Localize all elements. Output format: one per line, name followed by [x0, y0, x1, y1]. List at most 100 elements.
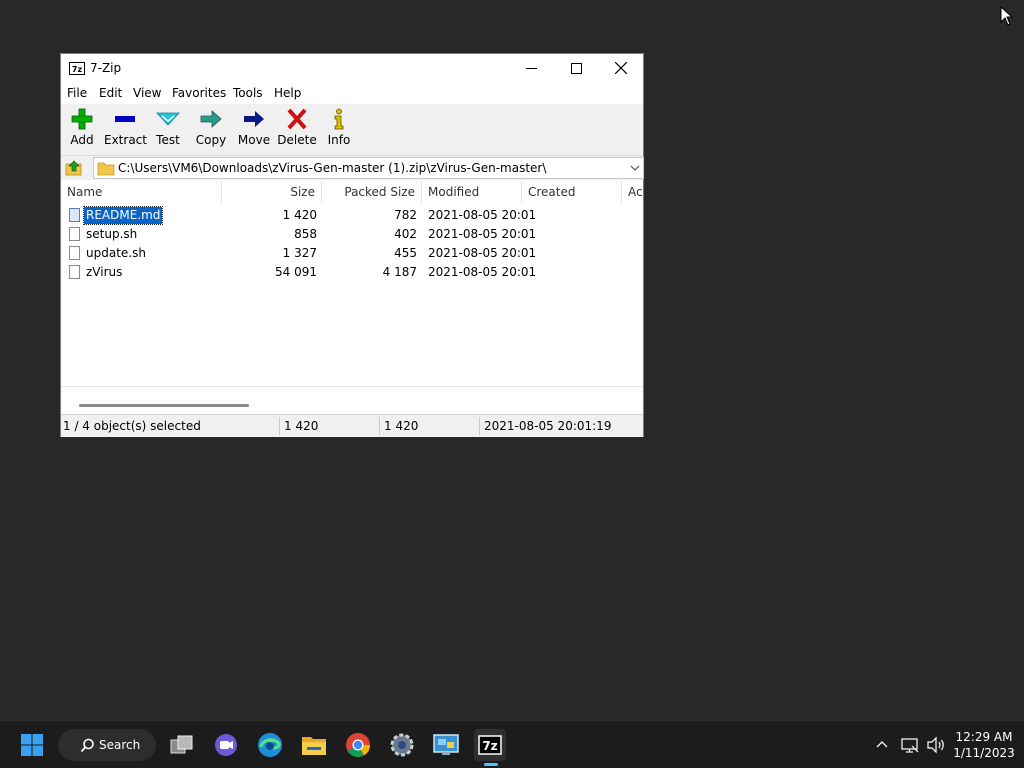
teams-chat-icon [215, 734, 237, 756]
title-bar[interactable]: 7z 7-Zip [61, 54, 643, 82]
chrome-icon [346, 733, 370, 758]
close-icon [615, 62, 627, 74]
teams-chat-button[interactable] [210, 729, 242, 761]
file-icon [69, 208, 80, 222]
file-packed-size: 402 [394, 227, 417, 241]
file-packed-size: 4 187 [382, 265, 417, 279]
file-packed-size: 455 [394, 246, 417, 260]
copy-button[interactable]: Copy [190, 108, 232, 152]
volume-icon[interactable] [926, 736, 946, 754]
file-modified: 2021-08-05 20:01 [428, 265, 537, 279]
7zip-taskbar-button[interactable]: 7z [474, 729, 506, 761]
task-view-icon [170, 735, 193, 754]
edge-button[interactable] [254, 729, 286, 761]
file-size: 1 420 [282, 208, 317, 222]
file-name: update.sh [86, 246, 146, 260]
column-created[interactable]: Created [522, 181, 622, 203]
copy-label: Copy [195, 133, 227, 147]
menu-help[interactable]: Help [274, 86, 301, 100]
file-size: 54 091 [275, 265, 317, 279]
maximize-button[interactable] [553, 54, 599, 82]
system-clock[interactable]: 12:29 AM 1/11/2023 [952, 729, 1016, 761]
menu-tools[interactable]: Tools [233, 86, 263, 100]
clock-time: 12:29 AM [955, 730, 1013, 744]
info-icon [334, 108, 344, 130]
parent-folder-button[interactable] [65, 159, 85, 177]
scrollbar-thumb[interactable] [79, 404, 249, 407]
move-button[interactable]: Move [233, 108, 275, 152]
close-button[interactable] [598, 54, 644, 82]
table-row[interactable]: setup.sh 858 402 2021-08-05 20:01 [61, 225, 643, 244]
chevron-down-icon[interactable] [629, 161, 641, 175]
status-packed: 1 420 [384, 419, 419, 433]
file-icon [69, 227, 80, 241]
file-size: 1 327 [282, 246, 317, 260]
edge-icon [258, 733, 282, 757]
move-label: Move [237, 133, 271, 147]
menu-view[interactable]: View [133, 86, 161, 100]
delete-icon [287, 108, 307, 130]
toolbar: Add Extract Test Copy Move Delete Info [61, 104, 643, 156]
extract-icon [115, 116, 135, 122]
folder-up-icon [65, 160, 82, 176]
search-label: Search [99, 738, 141, 752]
column-name[interactable]: Name [61, 181, 222, 203]
file-size: 858 [294, 227, 317, 241]
path-text: C:\Users\VM6\Downloads\zVirus-Gen-master… [118, 161, 547, 175]
status-divider [379, 417, 380, 435]
clock-date: 1/11/2023 [953, 746, 1015, 760]
mouse-cursor-icon [1000, 6, 1014, 26]
minimize-button[interactable] [508, 54, 554, 82]
task-view-button[interactable] [166, 729, 198, 761]
table-row[interactable]: README.md 1 420 782 2021-08-05 20:01 [61, 206, 643, 225]
column-size[interactable]: Size [222, 181, 322, 203]
menu-edit[interactable]: Edit [99, 86, 122, 100]
info-button[interactable]: Info [318, 108, 360, 152]
control-panel-icon [433, 734, 459, 755]
status-modified: 2021-08-05 20:01:19 [484, 419, 612, 433]
table-row[interactable]: update.sh 1 327 455 2021-08-05 20:01 [61, 244, 643, 263]
7zip-app-icon: 7z [69, 62, 85, 75]
table-row[interactable]: zVirus 54 091 4 187 2021-08-05 20:01 [61, 263, 643, 282]
status-size: 1 420 [284, 419, 319, 433]
svg-text:7z: 7z [482, 739, 497, 753]
search-button[interactable]: Search [58, 729, 156, 761]
file-list[interactable]: Name Size Packed Size Modified Created A… [61, 181, 643, 386]
menu-file[interactable]: File [67, 86, 87, 100]
control-panel-button[interactable] [430, 729, 462, 761]
add-button[interactable]: Add [61, 108, 103, 152]
delete-button[interactable]: Delete [276, 108, 318, 152]
network-icon[interactable] [901, 736, 919, 754]
maximize-icon [570, 62, 582, 74]
start-button[interactable] [16, 729, 48, 761]
delete-label: Delete [277, 133, 317, 147]
status-divider [479, 417, 480, 435]
column-modified[interactable]: Modified [422, 181, 522, 203]
chrome-button[interactable] [342, 729, 374, 761]
settings-button[interactable] [386, 729, 418, 761]
settings-icon [390, 733, 414, 757]
column-packed-size[interactable]: Packed Size [322, 181, 422, 203]
info-label: Info [327, 133, 351, 147]
add-icon [71, 108, 93, 130]
file-name: README.md [82, 206, 164, 225]
minimize-icon [525, 67, 537, 69]
taskbar: Search 7z 12:29 AM 1/11/2023 [0, 720, 1024, 768]
extract-button[interactable]: Extract [104, 108, 147, 152]
extract-label: Extract [104, 133, 147, 147]
file-modified: 2021-08-05 20:01 [428, 227, 537, 241]
file-explorer-button[interactable] [298, 729, 330, 761]
file-icon [69, 246, 80, 260]
horizontal-scrollbar[interactable] [61, 386, 643, 413]
menu-favorites[interactable]: Favorites [172, 86, 226, 100]
copy-icon [200, 110, 222, 128]
path-input[interactable]: C:\Users\VM6\Downloads\zVirus-Gen-master… [93, 157, 644, 179]
window-title: 7-Zip [90, 61, 122, 75]
column-accessed[interactable]: Ac [622, 181, 643, 203]
chevron-up-icon[interactable] [875, 736, 889, 752]
active-app-indicator [484, 763, 498, 766]
test-icon [156, 112, 180, 126]
test-button[interactable]: Test [147, 108, 189, 152]
search-icon [80, 738, 94, 753]
status-selection: 1 / 4 object(s) selected [63, 419, 201, 433]
